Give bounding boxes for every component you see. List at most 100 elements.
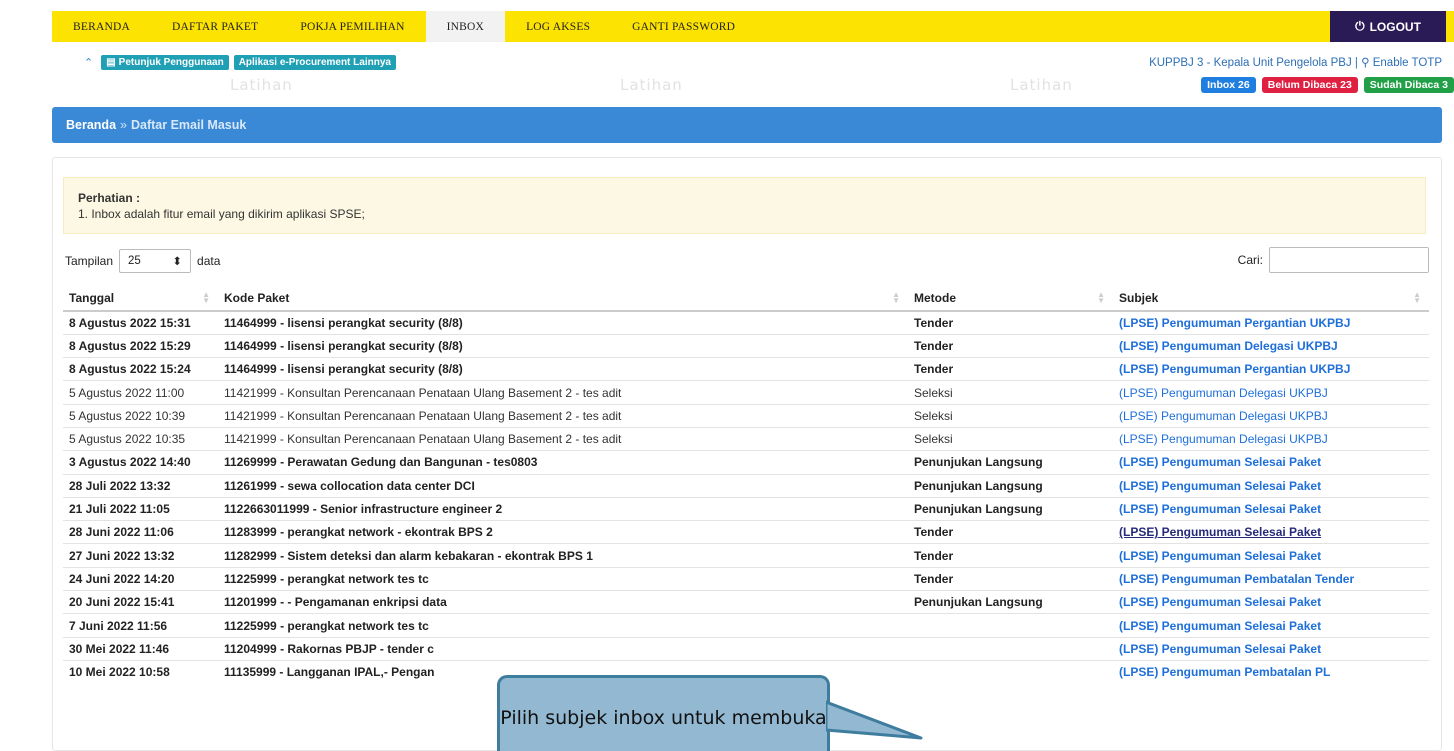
table-row[interactable]: 5 Agustus 2022 11:00 11421999 - Konsultan… bbox=[63, 380, 1429, 405]
cell-kode-paket: 11421999 - Konsultan Perencanaan Penataa… bbox=[218, 380, 908, 405]
nav-item-log-akses[interactable]: LOG AKSES bbox=[505, 11, 611, 42]
table-row[interactable]: 8 Agustus 2022 15:29 11464999 - lisensi p… bbox=[63, 333, 1429, 358]
column-header-label: Metode bbox=[914, 291, 956, 305]
cell-tanggal: 28 Juni 2022 11:06 bbox=[63, 520, 218, 544]
aplikasi-eproc-button[interactable]: Aplikasi e-Procurement Lainnya bbox=[233, 54, 396, 70]
cell-kode-paket: 11282999 - Sistem deteksi dan alarm keba… bbox=[218, 543, 908, 568]
table-row[interactable]: 24 Juni 2022 14:20 11225999 - perangkat n… bbox=[63, 566, 1429, 591]
table-row[interactable]: 5 Agustus 2022 10:35 11421999 - Konsultan… bbox=[63, 426, 1429, 451]
table-row[interactable]: 28 Juni 2022 11:06 11283999 - perangkat n… bbox=[63, 520, 1429, 544]
table-row[interactable]: 3 Agustus 2022 14:40 11269999 - Perawatan… bbox=[63, 450, 1429, 475]
unread-count-badge[interactable]: Belum Dibaca 23 bbox=[1261, 77, 1358, 93]
nav-item-pokja-pemilihan[interactable]: POKJA PEMILIHAN bbox=[279, 11, 425, 42]
cell-metode: Tender bbox=[908, 566, 1113, 591]
cell-kode-paket: 11201999 - - Pengamanan enkripsi data bbox=[218, 590, 908, 614]
cell-kode-paket: 11261999 - sewa collocation data center … bbox=[218, 473, 908, 498]
cell-subjek-link[interactable]: (LPSE) Pengumuman Selesai Paket bbox=[1113, 520, 1429, 544]
column-header-metode[interactable]: Metode ▲ ▼ bbox=[908, 286, 1113, 312]
cell-metode bbox=[908, 636, 1113, 661]
column-header-tanggal[interactable]: Tanggal ▲ ▼ bbox=[63, 286, 218, 312]
page-size-control: Tampilan 25 ⬍ data bbox=[65, 249, 220, 273]
search-input[interactable] bbox=[1269, 247, 1429, 273]
notice-box: Perhatian : 1. Inbox adalah fitur email … bbox=[63, 177, 1426, 234]
cell-subjek-link[interactable]: (LPSE) Pengumuman Pergantian UKPBJ bbox=[1113, 310, 1429, 335]
cell-metode: Tender bbox=[908, 333, 1113, 358]
cell-subjek-link[interactable]: (LPSE) Pengumuman Delegasi UKPBJ bbox=[1113, 403, 1429, 428]
enable-totp-link[interactable]: Enable TOTP bbox=[1373, 57, 1442, 69]
cell-subjek-link[interactable]: (LPSE) Pengumuman Pembatalan PL bbox=[1113, 659, 1429, 684]
inbox-table: Tanggal ▲ ▼ Kode Paket ▲ ▼ Metode ▲ ▼ Subjek ▲ ▼… bbox=[63, 286, 1429, 684]
table-row[interactable]: 5 Agustus 2022 10:39 11421999 - Konsultan… bbox=[63, 403, 1429, 428]
cell-kode-paket: 1122663011999 - Senior infrastructure en… bbox=[218, 496, 908, 521]
nav-item-daftar-paket[interactable]: DAFTAR PAKET bbox=[151, 11, 279, 42]
nav-item-beranda[interactable]: BERANDA bbox=[52, 11, 151, 42]
watermark-text: Latihan bbox=[620, 76, 683, 94]
user-info: KUPPBJ 3 - Kepala Unit Pengelola PBJ | ⚲… bbox=[1149, 55, 1442, 69]
read-count-badge[interactable]: Sudah Dibaca 3 bbox=[1363, 77, 1454, 93]
page-frame: Latihan Latihan Latihan BERANDA DAFTAR P… bbox=[0, 0, 1454, 751]
cell-subjek-link[interactable]: (LPSE) Pengumuman Pembatalan Tender bbox=[1113, 566, 1429, 591]
column-header-subjek[interactable]: Subjek ▲ ▼ bbox=[1113, 286, 1429, 312]
cell-subjek-link[interactable]: (LPSE) Pengumuman Pergantian UKPBJ bbox=[1113, 357, 1429, 381]
callout-pointer-arrow bbox=[826, 700, 923, 740]
inbox-panel: Perhatian : 1. Inbox adalah fitur email … bbox=[52, 157, 1442, 751]
cell-subjek-link[interactable]: (LPSE) Pengumuman Delegasi UKPBJ bbox=[1113, 426, 1429, 451]
cell-kode-paket: 11269999 - Perawatan Gedung dan Bangunan… bbox=[218, 450, 908, 475]
cell-tanggal: 5 Agustus 2022 10:39 bbox=[63, 403, 218, 428]
petunjuk-penggunaan-button[interactable]: ▤ Petunjuk Penggunaan bbox=[101, 54, 229, 70]
nav-item-inbox[interactable]: INBOX bbox=[425, 11, 506, 42]
table-row[interactable]: 30 Mei 2022 11:46 11204999 - Rakornas PBJ… bbox=[63, 636, 1429, 661]
cell-subjek-link[interactable]: (LPSE) Pengumuman Delegasi UKPBJ bbox=[1113, 380, 1429, 405]
breadcrumb-home-link[interactable]: Beranda bbox=[66, 118, 116, 132]
sort-icon: ▲ ▼ bbox=[202, 290, 210, 305]
cell-metode: Penunjukan Langsung bbox=[908, 473, 1113, 498]
sort-icon: ▲ ▼ bbox=[1097, 290, 1105, 305]
cell-subjek-link[interactable]: (LPSE) Pengumuman Selesai Paket bbox=[1113, 613, 1429, 638]
page-size-select[interactable]: 25 ⬍ bbox=[119, 249, 192, 273]
sort-icon: ▲ ▼ bbox=[892, 290, 900, 305]
cell-subjek-link[interactable]: (LPSE) Pengumuman Selesai Paket bbox=[1113, 543, 1429, 568]
subjek-link-hover[interactable]: (LPSE) Pengumuman Selesai Paket bbox=[1119, 525, 1321, 539]
key-icon: ⚲ bbox=[1361, 57, 1370, 69]
table-row[interactable]: 28 Juli 2022 13:32 11261999 - sewa colloc… bbox=[63, 473, 1429, 498]
cell-kode-paket: 11225999 - perangkat network tes tc bbox=[218, 613, 908, 638]
cell-subjek-link[interactable]: (LPSE) Pengumuman Delegasi UKPBJ bbox=[1113, 333, 1429, 358]
cell-subjek-link[interactable]: (LPSE) Pengumuman Selesai Paket bbox=[1113, 590, 1429, 614]
watermark-text: Latihan bbox=[1010, 76, 1073, 94]
column-header-label: Subjek bbox=[1119, 291, 1159, 305]
callout-text: Pilih subjek inbox untuk membuka bbox=[500, 706, 827, 729]
cell-subjek-link[interactable]: (LPSE) Pengumuman Selesai Paket bbox=[1113, 473, 1429, 498]
cell-metode: Penunjukan Langsung bbox=[908, 590, 1113, 614]
cell-kode-paket: 11464999 - lisensi perangkat security (8… bbox=[218, 310, 908, 335]
cell-tanggal: 3 Agustus 2022 14:40 bbox=[63, 450, 218, 475]
breadcrumb: Beranda » Daftar Email Masuk bbox=[52, 107, 1442, 143]
inbox-count-badge[interactable]: Inbox 26 bbox=[1201, 77, 1256, 93]
column-header-label: Tanggal bbox=[69, 291, 115, 305]
cell-tanggal: 8 Agustus 2022 15:24 bbox=[63, 357, 218, 381]
table-row[interactable]: 7 Juni 2022 11:56 11225999 - perangkat ne… bbox=[63, 613, 1429, 638]
cell-metode: Tender bbox=[908, 543, 1113, 568]
sub-toolbar: ⌃ ▤ Petunjuk Penggunaan Aplikasi e-Procu… bbox=[52, 52, 1454, 72]
cell-tanggal: 8 Agustus 2022 15:31 bbox=[63, 310, 218, 335]
cell-subjek-link[interactable]: (LPSE) Pengumuman Selesai Paket bbox=[1113, 496, 1429, 521]
table-row[interactable]: 27 Juni 2022 13:32 11282999 - Sistem dete… bbox=[63, 543, 1429, 568]
column-header-kode-paket[interactable]: Kode Paket ▲ ▼ bbox=[218, 286, 908, 312]
collapse-chevron-icon[interactable]: ⌃ bbox=[84, 56, 93, 69]
instruction-callout: Pilih subjek inbox untuk membuka bbox=[497, 675, 830, 751]
watermark-text: Latihan bbox=[230, 76, 293, 94]
book-icon: ▤ bbox=[106, 56, 116, 68]
cell-metode: Seleksi bbox=[908, 403, 1113, 428]
cell-metode: Seleksi bbox=[908, 426, 1113, 451]
logout-button[interactable]: ⏻ LOGOUT bbox=[1330, 11, 1446, 42]
cell-subjek-link[interactable]: (LPSE) Pengumuman Selesai Paket bbox=[1113, 450, 1429, 475]
nav-item-ganti-password[interactable]: GANTI PASSWORD bbox=[611, 11, 756, 42]
table-row[interactable]: 8 Agustus 2022 15:31 11464999 - lisensi p… bbox=[63, 310, 1429, 335]
table-row[interactable]: 20 Juni 2022 15:41 11201999 - - Pengamana… bbox=[63, 590, 1429, 614]
cell-subjek-link[interactable]: (LPSE) Pengumuman Selesai Paket bbox=[1113, 636, 1429, 661]
inbox-status-badges: Inbox 26 Belum Dibaca 23 Sudah Dibaca 3 bbox=[1201, 77, 1454, 93]
table-row[interactable]: 21 Juli 2022 11:05 1122663011999 - Senior… bbox=[63, 496, 1429, 521]
table-row[interactable]: 8 Agustus 2022 15:24 11464999 - lisensi p… bbox=[63, 357, 1429, 381]
inbox-table-body: 8 Agustus 2022 15:31 11464999 - lisensi p… bbox=[63, 310, 1429, 684]
cell-tanggal: 21 Juli 2022 11:05 bbox=[63, 496, 218, 521]
cell-tanggal: 10 Mei 2022 10:58 bbox=[63, 659, 218, 684]
